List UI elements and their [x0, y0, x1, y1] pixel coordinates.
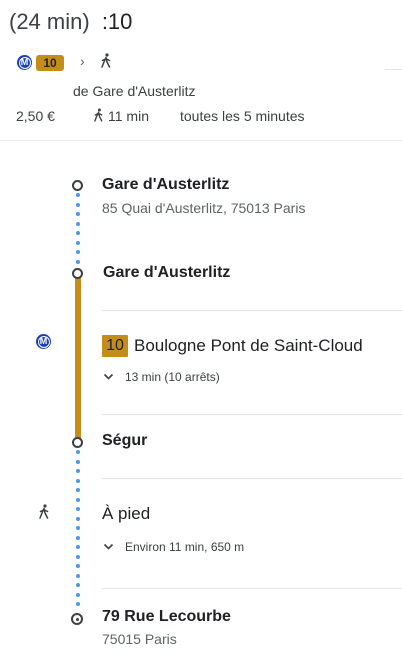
walk-path-dot [76, 526, 80, 530]
walk-path-dot [76, 507, 80, 511]
walk-path-dot [76, 488, 80, 492]
chevron-down-icon [103, 543, 114, 550]
divider [385, 69, 402, 70]
metro-leg-detail: 13 min (10 arrêts) [125, 370, 220, 384]
metro-icon: M [36, 334, 51, 349]
walk-path-dot [76, 554, 80, 559]
walk-path-dot [76, 602, 80, 606]
arrival-time: :10 [101, 9, 133, 34]
fare: 2,50 € [16, 108, 55, 124]
walk-path-dot [76, 545, 80, 549]
stop-marker [72, 268, 83, 279]
walk-icon [100, 53, 112, 71]
walk-path-dot [76, 212, 80, 216]
destination-address: 75015 Paris [102, 631, 177, 647]
walk-leg-detail: Environ 11 min, 650 m [125, 540, 245, 554]
line-badge: 10 [36, 55, 64, 71]
origin-address: 85 Quai d'Austerlitz, 75013 Paris [102, 200, 306, 216]
walk-path-dot [76, 193, 80, 197]
origin-name[interactable]: Gare d'Austerlitz [102, 176, 229, 194]
walk-path-dot [76, 450, 80, 454]
walk-path-dot [76, 469, 80, 473]
walk-icon [93, 108, 104, 127]
chevron-down-icon [103, 373, 114, 380]
line-badge: 10 [102, 335, 128, 357]
walk-path-dot [76, 221, 80, 226]
boarding-stop-name[interactable]: Gare d'Austerlitz [103, 264, 230, 282]
divider [102, 588, 402, 589]
walk-path-dot [76, 592, 80, 597]
section-divider [0, 140, 402, 141]
walk-path-dot [76, 478, 80, 483]
metro-line-segment [75, 274, 81, 442]
chevron-right-icon: › [80, 53, 85, 69]
walk-path-dot [76, 459, 80, 464]
metro-direction: Boulogne Pont de Saint-Cloud [134, 336, 363, 355]
walk-path-dot [76, 250, 80, 254]
walk-time: 11 min [108, 108, 149, 124]
metro-icon: M [17, 55, 32, 70]
alighting-stop-name[interactable]: Ségur [102, 432, 147, 450]
divider [102, 310, 402, 311]
trip-duration: (24 min) [9, 9, 90, 34]
destination-name[interactable]: 79 Rue Lecourbe [102, 608, 231, 626]
stop-marker [72, 437, 83, 448]
walk-path-dot [76, 497, 80, 502]
trip-summary-title: (24 min) :10 [9, 9, 132, 35]
walk-path-dot [76, 202, 80, 207]
walk-path-dot [76, 535, 80, 540]
walk-path-dot [76, 516, 80, 521]
walk-icon [38, 504, 50, 524]
walk-label: À pied [102, 504, 151, 523]
walk-path-dot [76, 231, 80, 235]
departure-note: de Gare d'Austerlitz [73, 83, 196, 99]
origin-marker [72, 180, 83, 191]
walk-path-dot [76, 573, 80, 578]
walk-path-dot [76, 583, 80, 587]
divider [102, 478, 402, 479]
divider [102, 414, 402, 415]
walk-path-dot [76, 564, 80, 568]
walk-path-dot [76, 240, 80, 245]
frequency: toutes les 5 minutes [180, 108, 305, 124]
destination-marker [71, 613, 83, 625]
walk-path-dot [76, 259, 80, 264]
